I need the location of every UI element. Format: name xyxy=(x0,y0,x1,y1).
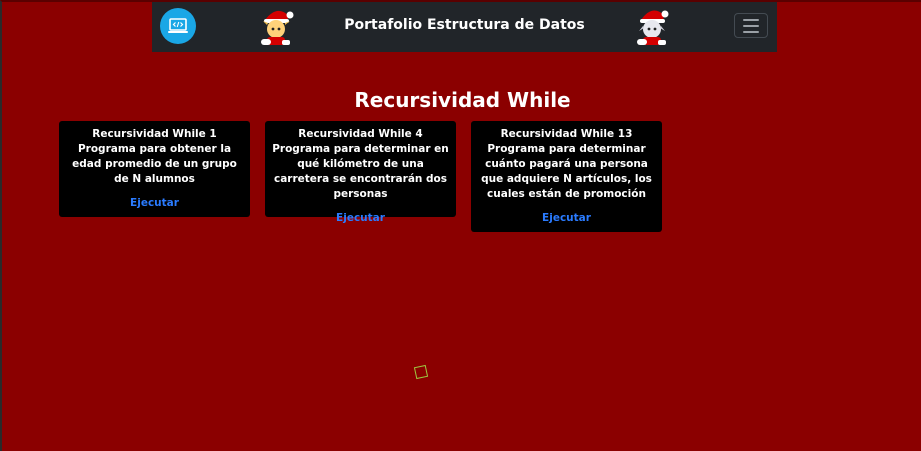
card-title: Recursividad While 4 xyxy=(298,128,423,140)
program-card: Recursividad While 13 Programa para dete… xyxy=(471,121,662,232)
decorative-square-icon xyxy=(413,364,429,380)
santa-mascot-right-icon xyxy=(632,6,672,48)
top-navbar: Portafolio Estructura de Datos xyxy=(152,2,777,52)
card-description: Programa para obtener la edad promedio d… xyxy=(72,143,237,185)
program-card: Recursividad While 4 Programa para deter… xyxy=(265,121,456,224)
card-description: Programa para determinar cuánto pagará u… xyxy=(481,143,652,200)
run-button[interactable]: Ejecutar xyxy=(542,212,591,224)
program-card: Recursividad While 1 Programa para obten… xyxy=(59,121,250,217)
run-button[interactable]: Ejecutar xyxy=(336,212,385,224)
code-laptop-icon[interactable] xyxy=(160,8,196,44)
navbar-toggler-button[interactable] xyxy=(734,13,768,38)
hamburger-menu-icon xyxy=(743,18,759,21)
card-title: Recursividad While 1 xyxy=(92,128,217,140)
run-button[interactable]: Ejecutar xyxy=(130,197,179,209)
card-description: Programa para determinar en qué kilómetr… xyxy=(272,143,449,200)
santa-mascot-left-icon xyxy=(257,6,297,48)
page-title: Recursividad While xyxy=(354,88,571,113)
brand-title[interactable]: Portafolio Estructura de Datos xyxy=(332,17,597,33)
card-title: Recursividad While 13 xyxy=(500,128,633,140)
